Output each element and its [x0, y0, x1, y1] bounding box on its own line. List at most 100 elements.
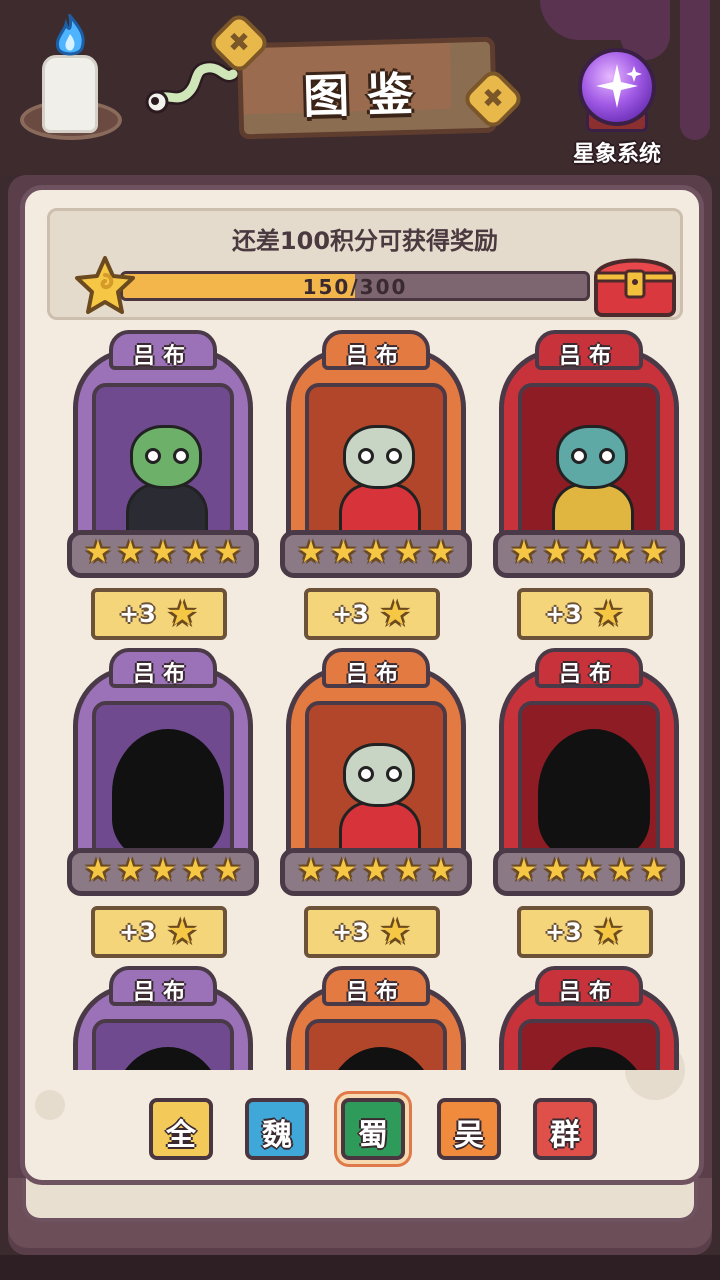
reward-progress-value: 150/300	[302, 275, 408, 299]
rating-star-icon: ★	[395, 853, 422, 888]
hero-name-plate: 吕布	[535, 648, 643, 688]
bonus-button[interactable]: +3 ★	[304, 588, 440, 640]
hero-name-plate: 吕布	[109, 966, 217, 1006]
hero-card[interactable]: 吕布★★★★★+3★	[67, 648, 259, 958]
faction-filter-label: 全	[166, 1118, 196, 1153]
hero-card[interactable]: 吕布★★★★★+3★	[493, 648, 685, 958]
rating-star-icon: ★	[575, 853, 603, 888]
faction-filter-label: 吴	[454, 1118, 484, 1153]
hero-name: 吕布	[558, 344, 619, 369]
hero-portrait	[343, 425, 415, 489]
rating-star-icon: ★	[182, 853, 209, 888]
star-badge-icon	[75, 256, 135, 314]
star-rating: ★ ★ ★ ★ ★	[296, 538, 456, 572]
card-portrait-area	[518, 383, 660, 543]
hero-card[interactable]: 吕布★★★★★+3★	[67, 966, 259, 1070]
bonus-button[interactable]: +3 ★	[91, 906, 227, 958]
rating-star-icon: ★	[149, 535, 177, 570]
bonus-button[interactable]: +3 ★	[91, 588, 227, 640]
locked-hero-silhouette	[325, 1047, 437, 1070]
hero-name: 吕布	[345, 980, 406, 1005]
hero-eye	[386, 766, 402, 782]
reward-progress-panel: 还差100积分可获得奖励 150/300	[47, 208, 683, 320]
hero-eye	[358, 766, 374, 782]
rating-star-icon: ★	[395, 535, 422, 570]
locked-hero-silhouette	[112, 1047, 224, 1070]
hero-name: 吕布	[345, 662, 406, 687]
card-portrait-area	[305, 701, 447, 861]
locked-hero-silhouette	[112, 729, 224, 857]
treasure-chest-icon[interactable]	[590, 247, 680, 319]
faction-filter-label: 群	[550, 1118, 580, 1153]
star-rating: ★ ★ ★ ★ ★	[83, 856, 243, 890]
rating-star-icon: ★	[297, 535, 325, 570]
hero-card[interactable]: 吕布★★★★★+3★	[280, 966, 472, 1070]
rating-star-icon: ★	[214, 535, 242, 570]
rating-star-icon: ★	[427, 853, 455, 888]
star-system-button[interactable]: 星象系统	[566, 48, 668, 168]
bonus-label: +3	[545, 600, 582, 628]
locked-hero-silhouette	[538, 729, 650, 857]
hero-name: 吕布	[132, 980, 193, 1005]
book-page: 还差100积分可获得奖励 150/300 吕布 ★ ★ ★ ★ ★ +3 ★ 吕布 ★ ★ ★ ★ ★ +3…	[20, 185, 704, 1185]
hero-name-plate: 吕布	[109, 330, 217, 370]
hero-card[interactable]: 吕布★★★★★+3★	[280, 330, 472, 640]
hero-card[interactable]: 吕布★★★★★+3★	[493, 966, 685, 1070]
rating-star-icon: ★	[543, 535, 570, 570]
bonus-button[interactable]: +3 ★	[517, 906, 653, 958]
rating-star-icon: ★	[214, 853, 242, 888]
card-portrait-area	[92, 701, 234, 861]
rating-star-icon: ★	[575, 535, 603, 570]
book-cover-bottom	[8, 1178, 712, 1248]
card-portrait-area	[305, 1019, 447, 1070]
hero-card-grid: 吕布 ★ ★ ★ ★ ★ +3 ★ 吕布 ★ ★ ★ ★ ★ +3 ★ 吕布 ★ ★ ★ ★ ★ +3 ★ 吕布 ★ ★ ★ ★ ★ +3 ★…	[47, 330, 687, 1070]
faction-filter-tab[interactable]: 蜀	[341, 1098, 405, 1160]
bonus-label: +3	[545, 918, 582, 946]
bonus-button[interactable]: +3 ★	[517, 588, 653, 640]
faction-filter-tab[interactable]: 全	[149, 1098, 213, 1160]
faction-filter-label: 魏	[262, 1118, 292, 1153]
rating-star-icon: ★	[640, 535, 668, 570]
rating-star-icon: ★	[330, 535, 357, 570]
hero-card[interactable]: 吕布★★★★★+3★	[67, 330, 259, 640]
bonus-star-icon: ★	[593, 912, 624, 952]
rating-star-icon: ★	[640, 853, 668, 888]
bonus-star-icon: ★	[593, 594, 624, 634]
top-bar: 图鉴 ✖ ✖ 星象系统	[0, 0, 720, 175]
faction-filter-tab[interactable]: 吴	[437, 1098, 501, 1160]
faction-filter-tab[interactable]: 魏	[245, 1098, 309, 1160]
rating-star-icon: ★	[117, 535, 144, 570]
bonus-star-icon: ★	[380, 594, 411, 634]
reward-progress-message: 还差100积分可获得奖励	[231, 227, 499, 255]
faction-filter-tab[interactable]: 群	[533, 1098, 597, 1160]
rating-star-icon: ★	[510, 535, 538, 570]
hero-eye	[145, 448, 161, 464]
hero-eye	[571, 448, 587, 464]
crystal-ball-icon	[578, 48, 656, 126]
blue-flame-icon	[55, 14, 85, 56]
hero-name-plate: 吕布	[322, 330, 430, 370]
hero-name: 吕布	[345, 344, 406, 369]
rating-star-icon: ★	[182, 535, 209, 570]
bonus-button[interactable]: +3 ★	[304, 906, 440, 958]
star-rating: ★ ★ ★ ★ ★	[509, 856, 669, 890]
rating-star-icon: ★	[149, 853, 177, 888]
sparkle-icon	[596, 64, 642, 108]
faction-filter-label: 蜀	[358, 1118, 388, 1153]
reward-progress-bar: 150/300	[120, 271, 590, 301]
star-system-label: 星象系统	[572, 142, 661, 167]
rating-star-icon: ★	[427, 535, 455, 570]
hero-eye	[358, 448, 374, 464]
page-title: 图鉴	[302, 66, 432, 124]
bonus-star-icon: ★	[167, 594, 198, 634]
bonus-star-icon: ★	[167, 912, 198, 952]
rating-star-icon: ★	[510, 853, 538, 888]
hero-eye	[173, 448, 189, 464]
snake-icon	[145, 60, 240, 114]
hero-card[interactable]: 吕布★★★★★+3★	[493, 330, 685, 640]
hero-name-plate: 吕布	[535, 330, 643, 370]
hero-portrait	[556, 425, 628, 489]
hero-name-plate: 吕布	[322, 648, 430, 688]
hero-card[interactable]: 吕布★★★★★+3★	[280, 648, 472, 958]
rating-star-icon: ★	[84, 535, 112, 570]
